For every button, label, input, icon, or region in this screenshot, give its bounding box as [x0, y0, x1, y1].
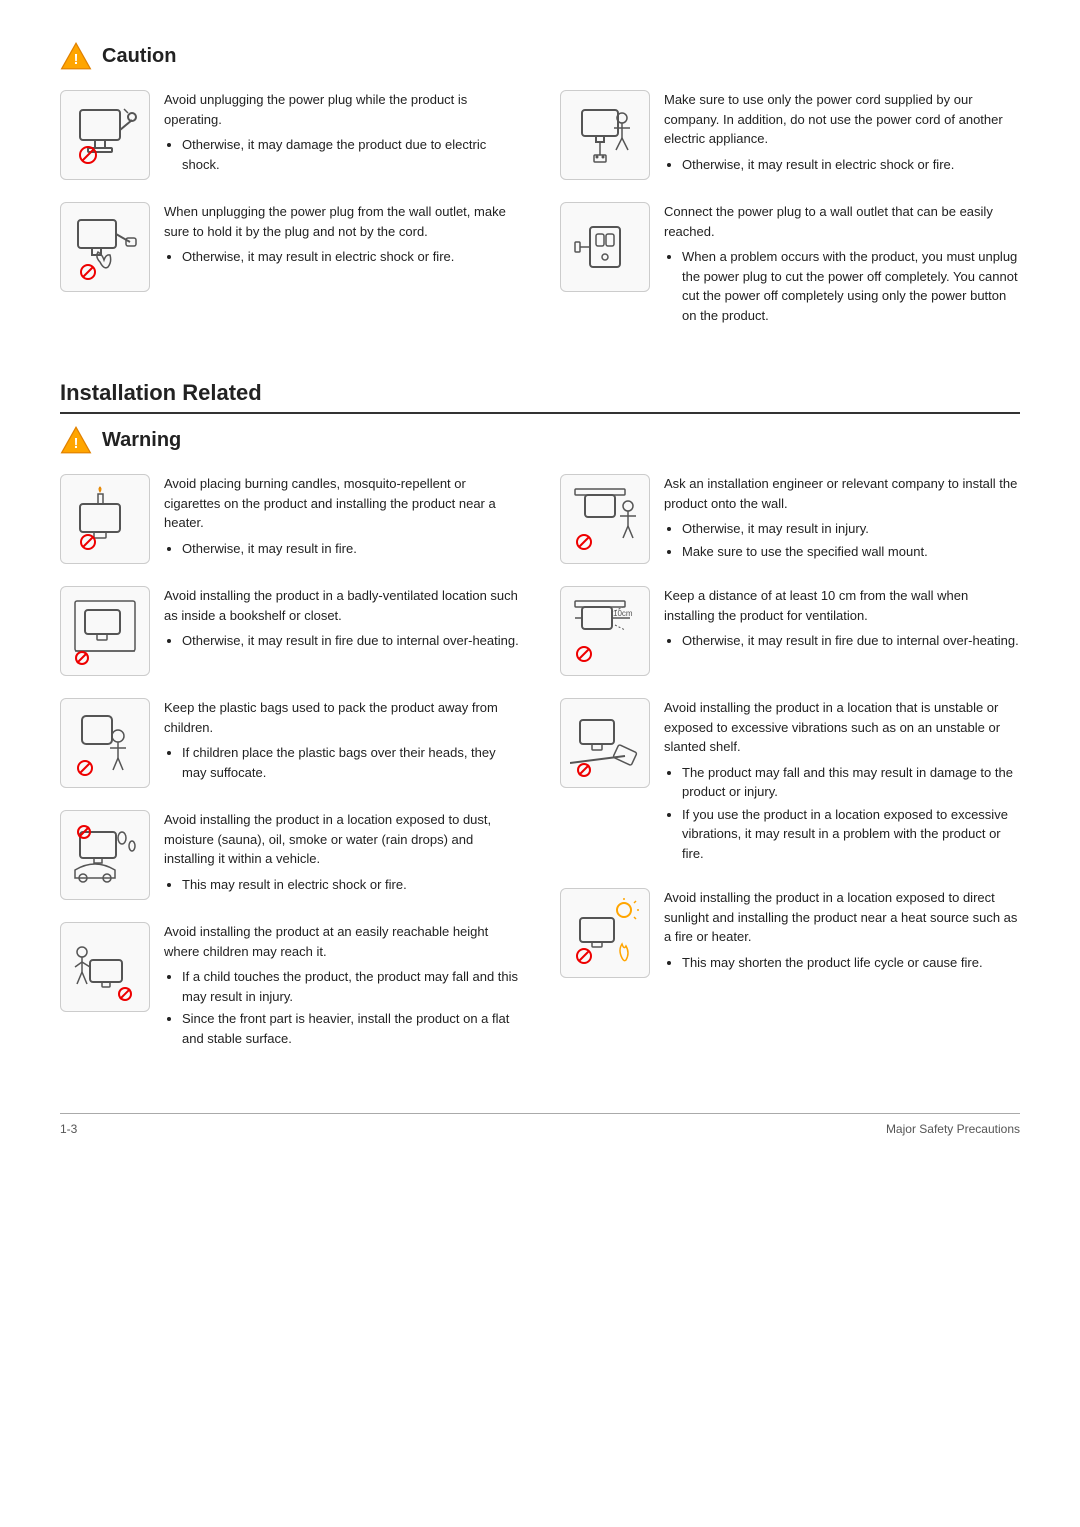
warning-section: ! Warning: [60, 424, 1020, 1073]
warning-item-2: Avoid installing the product in a badly-…: [60, 586, 520, 676]
caution-illus-1: [60, 90, 150, 180]
warning-item-5: 10cm Keep a distance of at least 10 cm f…: [560, 586, 1020, 676]
warning-left-col: Avoid placing burning candles, mosquito-…: [60, 474, 520, 1073]
warning-text-6: Avoid installing the product in a locati…: [164, 810, 520, 897]
caution-item-2: When unplugging the power plug from the …: [60, 202, 520, 292]
warning-item-3: Keep the plastic bags used to pack the p…: [60, 698, 520, 788]
caution-left-col: Avoid unplugging the power plug while th…: [60, 90, 520, 350]
caution-illus-3: [560, 90, 650, 180]
warning-illus-8: [560, 698, 650, 788]
warning-illus-1: [60, 474, 150, 564]
warning-text-2: Avoid installing the product in a badly-…: [164, 586, 520, 654]
caution-text-3: Make sure to use only the power cord sup…: [664, 90, 1020, 177]
warning-illus-4: [560, 474, 650, 564]
caution-illus-2: [60, 202, 150, 292]
warning-illus-2: [60, 586, 150, 676]
warning-item-7: Avoid installing the product at an easil…: [60, 922, 520, 1051]
warning-header: ! Warning: [60, 424, 1020, 456]
warning-illus-6: [60, 810, 150, 900]
installation-related-heading: Installation Related: [60, 380, 1020, 414]
caution-illus-4: [560, 202, 650, 292]
warning-text-1: Avoid placing burning candles, mosquito-…: [164, 474, 520, 561]
warning-text-4: Ask an installation engineer or relevant…: [664, 474, 1020, 564]
footer: 1-3 Major Safety Precautions: [60, 1113, 1020, 1136]
caution-text-4: Connect the power plug to a wall outlet …: [664, 202, 1020, 328]
warning-illus-3: [60, 698, 150, 788]
caution-icon: !: [60, 40, 92, 72]
caution-right-col: Make sure to use only the power cord sup…: [560, 90, 1020, 350]
warning-right-col: Ask an installation engineer or relevant…: [560, 474, 1020, 1073]
footer-label: Major Safety Precautions: [886, 1122, 1020, 1136]
warning-item-4: Ask an installation engineer or relevant…: [560, 474, 1020, 564]
warning-item-9: Avoid installing the product in a locati…: [560, 888, 1020, 978]
svg-text:!: !: [74, 52, 79, 68]
caution-item-1: Avoid unplugging the power plug while th…: [60, 90, 520, 180]
warning-title: Warning: [102, 429, 181, 452]
warning-text-5: Keep a distance of at least 10 cm from t…: [664, 586, 1020, 654]
warning-item-6: Avoid installing the product in a locati…: [60, 810, 520, 900]
caution-section: ! Caution: [60, 40, 1020, 350]
warning-illus-7: [60, 922, 150, 1012]
caution-header: ! Caution: [60, 40, 1020, 72]
caution-text-1: Avoid unplugging the power plug while th…: [164, 90, 520, 177]
warning-text-9: Avoid installing the product in a locati…: [664, 888, 1020, 975]
warning-illus-5: 10cm: [560, 586, 650, 676]
footer-page: 1-3: [60, 1122, 77, 1136]
warning-icon: !: [60, 424, 92, 456]
caution-item-3: Make sure to use only the power cord sup…: [560, 90, 1020, 180]
installation-related-title: Installation Related: [60, 380, 1020, 414]
warning-text-8: Avoid installing the product in a locati…: [664, 698, 1020, 866]
caution-title: Caution: [102, 45, 176, 68]
warning-text-7: Avoid installing the product at an easil…: [164, 922, 520, 1051]
svg-text:!: !: [74, 436, 79, 452]
warning-grid: Avoid placing burning candles, mosquito-…: [60, 474, 1020, 1073]
warning-text-3: Keep the plastic bags used to pack the p…: [164, 698, 520, 785]
caution-text-2: When unplugging the power plug from the …: [164, 202, 520, 270]
caution-grid: Avoid unplugging the power plug while th…: [60, 90, 1020, 350]
warning-item-8: Avoid installing the product in a locati…: [560, 698, 1020, 866]
warning-illus-9: [560, 888, 650, 978]
warning-item-1: Avoid placing burning candles, mosquito-…: [60, 474, 520, 564]
caution-item-4: Connect the power plug to a wall outlet …: [560, 202, 1020, 328]
